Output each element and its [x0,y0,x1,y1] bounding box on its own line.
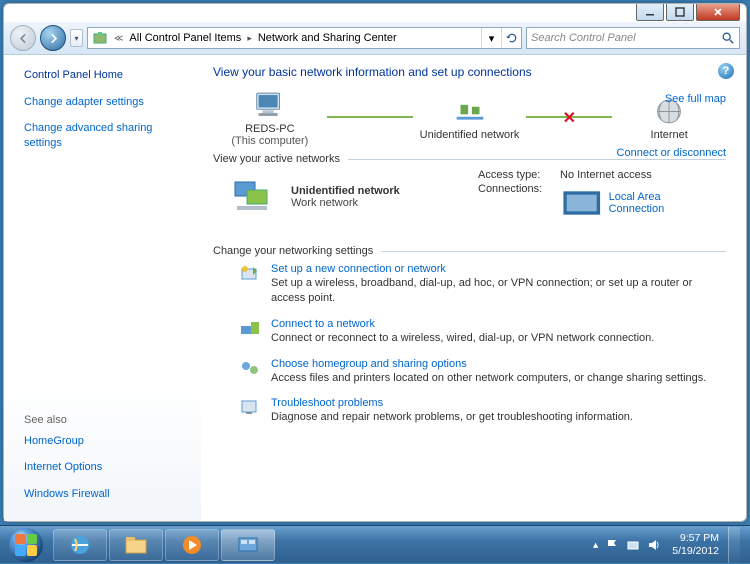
connection-bad [526,116,612,118]
option-connect-link[interactable]: Connect to a network [271,318,654,330]
control-panel-home-link[interactable]: Control Panel Home [24,69,189,81]
address-bar[interactable]: ≪ All Control Panel Items ▸ Network and … [87,27,522,49]
sidebar: Control Panel Home Change adapter settin… [4,55,201,521]
volume-icon[interactable] [647,538,661,552]
taskbar-wmp[interactable] [165,529,219,561]
maximize-button[interactable] [666,4,694,21]
option-homegroup: Choose homegroup and sharing options Acc… [239,358,726,386]
node-this-pc[interactable]: REDS-PC (This computer) [213,87,327,147]
access-type-value: No Internet access [560,169,652,181]
flag-icon[interactable] [605,538,619,552]
section-change-label: Change your networking settings [213,245,373,257]
option-homegroup-desc: Access files and printers located on oth… [271,371,706,386]
page-title: View your basic network information and … [213,65,726,79]
lan-icon [559,183,604,223]
option-homegroup-link[interactable]: Choose homegroup and sharing options [271,358,706,370]
taskbar-control-panel[interactable] [221,529,275,561]
section-change-settings: Change your networking settings [213,245,726,257]
help-icon[interactable]: ? [718,63,734,79]
networking-options: Set up a new connection or network Set u… [239,263,726,425]
node-pc-label: REDS-PC [213,123,327,135]
main-panel: ? View your basic network information an… [201,55,746,521]
sidebar-link-sharing[interactable]: Change advanced sharing settings [24,121,189,150]
refresh-button[interactable] [501,28,521,48]
clock-date: 5/19/2012 [672,545,719,557]
connections-key: Connections: [478,183,559,223]
node-internet-label: Internet [612,129,726,141]
active-network-box: Unidentified network Work network Access… [213,165,726,235]
clock[interactable]: 9:57 PM 5/19/2012 [672,532,719,556]
tray-show-hidden[interactable]: ▴ [593,539,598,551]
see-also-homegroup[interactable]: HomeGroup [24,434,189,448]
network-name: Unidentified network [291,185,400,197]
recent-dropdown[interactable]: ▾ [70,29,83,47]
search-icon [721,31,735,45]
node-net-label: Unidentified network [413,129,527,141]
connection-name: Local Area Connection [609,191,718,215]
option-connect-network: Connect to a network Connect or reconnec… [239,318,726,346]
option-troubleshoot-desc: Diagnose and repair network problems, or… [271,410,633,425]
option-setup-desc: Set up a wireless, broadband, dial-up, a… [271,276,726,306]
option-troubleshoot-link[interactable]: Troubleshoot problems [271,397,633,409]
show-desktop-button[interactable] [728,527,740,563]
connect-disconnect-link[interactable]: Connect or disconnect [617,147,726,159]
close-button[interactable] [696,4,740,21]
forward-button[interactable] [40,25,66,51]
see-full-map-link[interactable]: See full map [665,93,726,105]
taskbar: ▴ 9:57 PM 5/19/2012 [0,525,750,563]
network-name-block[interactable]: Unidentified network Work network [291,185,400,209]
node-pc-sub: (This computer) [213,135,327,147]
search-placeholder: Search Control Panel [531,32,636,44]
option-troubleshoot: Troubleshoot problems Diagnose and repai… [239,397,726,425]
connect-icon [239,318,261,340]
see-also-heading: See also [24,414,189,426]
window-frame: ▾ ≪ All Control Panel Items ▸ Network an… [3,3,747,522]
homegroup-icon [239,358,261,380]
option-setup-connection: Set up a new connection or network Set u… [239,263,726,306]
start-button[interactable] [0,526,52,564]
network-details: Access type: No Internet access Connecti… [478,169,718,225]
section-active-label: View your active networks [213,153,340,165]
node-network[interactable]: Unidentified network [413,93,527,141]
network-tray-icon[interactable] [626,538,640,552]
crumb-icon[interactable] [88,28,112,48]
back-button[interactable] [10,25,36,51]
see-also-internet-options[interactable]: Internet Options [24,460,189,474]
network-icon [231,176,281,219]
troubleshoot-icon [239,397,261,419]
taskbar-ie[interactable] [53,529,107,561]
titlebar-buttons [636,4,740,21]
taskbar-explorer[interactable] [109,529,163,561]
option-setup-link[interactable]: Set up a new connection or network [271,263,726,275]
nav-bar: ▾ ≪ All Control Panel Items ▸ Network an… [4,22,746,55]
connection-link[interactable]: Local Area Connection [559,183,718,223]
connection-good [327,116,413,118]
crumb-prev[interactable]: All Control Panel Items [125,28,245,48]
option-connect-desc: Connect or reconnect to a wireless, wire… [271,331,654,346]
content-body: Control Panel Home Change adapter settin… [4,55,746,521]
windows-orb-icon [9,528,43,562]
system-tray: ▴ 9:57 PM 5/19/2012 [593,527,744,563]
network-map: See full map REDS-PC (This computer) Uni… [213,87,726,147]
see-also-firewall[interactable]: Windows Firewall [24,487,189,501]
setup-icon [239,263,261,285]
sidebar-link-adapter[interactable]: Change adapter settings [24,95,189,109]
chevron-right-icon: ▸ [245,33,254,44]
chevron-icon: ≪ [112,33,125,44]
access-type-key: Access type: [478,169,560,181]
network-type: Work network [291,197,400,209]
clock-time: 9:57 PM [672,532,719,544]
addr-dropdown[interactable]: ▾ [481,28,501,48]
search-input[interactable]: Search Control Panel [526,27,740,49]
minimize-button[interactable] [636,4,664,21]
crumb-current[interactable]: Network and Sharing Center [254,28,401,48]
